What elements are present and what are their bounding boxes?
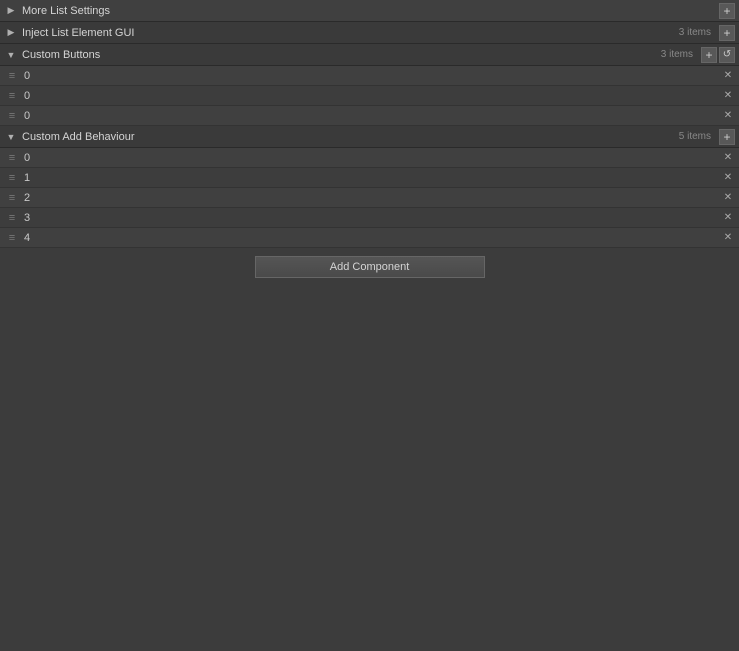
- remove-item-btn[interactable]: ✕: [721, 211, 735, 225]
- item-value: 4: [24, 232, 721, 244]
- collapse-icon-inject-list: ▶: [4, 26, 18, 40]
- list-item: ≡ 3 ✕: [0, 208, 739, 228]
- remove-item-btn[interactable]: ✕: [721, 109, 735, 123]
- remove-item-btn[interactable]: ✕: [721, 69, 735, 83]
- add-btn-custom-buttons[interactable]: +: [701, 47, 717, 63]
- item-value: 1: [24, 172, 721, 184]
- drag-handle-icon[interactable]: ≡: [4, 170, 20, 186]
- remove-item-btn[interactable]: ✕: [721, 151, 735, 165]
- list-item: ≡ 0 ✕: [0, 106, 739, 126]
- drag-handle-icon[interactable]: ≡: [4, 210, 20, 226]
- remove-item-btn[interactable]: ✕: [721, 231, 735, 245]
- collapse-icon-custom-add: ▼: [4, 130, 18, 144]
- item-value: 0: [24, 152, 721, 164]
- section-custom-add-behaviour[interactable]: ▼ Custom Add Behaviour 5 items +: [0, 126, 739, 148]
- collapse-icon-more-list-settings: ▶: [4, 4, 18, 18]
- list-item: ≡ 0 ✕: [0, 148, 739, 168]
- custom-add-behaviour-list: ≡ 0 ✕ ≡ 1 ✕ ≡ 2 ✕ ≡ 3 ✕ ≡ 4 ✕: [0, 148, 739, 248]
- add-btn-inject-list[interactable]: +: [719, 25, 735, 41]
- custom-buttons-list: ≡ 0 ✕ ≡ 0 ✕ ≡ 0 ✕: [0, 66, 739, 126]
- item-value: 0: [24, 110, 721, 122]
- item-value: 0: [24, 90, 721, 102]
- item-value: 0: [24, 70, 721, 82]
- inspector-panel: ▶ More List Settings + ▶ Inject List Ele…: [0, 0, 739, 278]
- section-label-more-list-settings: More List Settings: [22, 5, 717, 17]
- drag-handle-icon[interactable]: ≡: [4, 190, 20, 206]
- item-count-custom-buttons: 3 items: [661, 49, 693, 60]
- item-value: 2: [24, 192, 721, 204]
- section-custom-buttons[interactable]: ▼ Custom Buttons 3 items + ↺: [0, 44, 739, 66]
- remove-item-btn[interactable]: ✕: [721, 171, 735, 185]
- drag-handle-icon[interactable]: ≡: [4, 88, 20, 104]
- remove-item-btn[interactable]: ✕: [721, 89, 735, 103]
- list-item: ≡ 4 ✕: [0, 228, 739, 248]
- list-item: ≡ 1 ✕: [0, 168, 739, 188]
- remove-item-btn[interactable]: ✕: [721, 191, 735, 205]
- section-label-custom-add: Custom Add Behaviour: [22, 131, 679, 143]
- section-label-inject-list: Inject List Element GUI: [22, 27, 679, 39]
- drag-handle-icon[interactable]: ≡: [4, 108, 20, 124]
- add-btn-custom-add[interactable]: +: [719, 129, 735, 145]
- section-inject-list-element-gui[interactable]: ▶ Inject List Element GUI 3 items +: [0, 22, 739, 44]
- item-value: 3: [24, 212, 721, 224]
- item-count-custom-add: 5 items: [679, 131, 711, 142]
- drag-handle-icon[interactable]: ≡: [4, 150, 20, 166]
- add-btn-more-list-settings[interactable]: +: [719, 3, 735, 19]
- section-label-custom-buttons: Custom Buttons: [22, 49, 661, 61]
- list-item: ≡ 0 ✕: [0, 86, 739, 106]
- list-item: ≡ 2 ✕: [0, 188, 739, 208]
- drag-handle-icon[interactable]: ≡: [4, 230, 20, 246]
- add-component-button[interactable]: Add Component: [255, 256, 485, 278]
- refresh-btn-custom-buttons[interactable]: ↺: [719, 47, 735, 63]
- drag-handle-icon[interactable]: ≡: [4, 68, 20, 84]
- item-count-inject-list: 3 items: [679, 27, 711, 38]
- section-more-list-settings[interactable]: ▶ More List Settings +: [0, 0, 739, 22]
- list-item: ≡ 0 ✕: [0, 66, 739, 86]
- collapse-icon-custom-buttons: ▼: [4, 48, 18, 62]
